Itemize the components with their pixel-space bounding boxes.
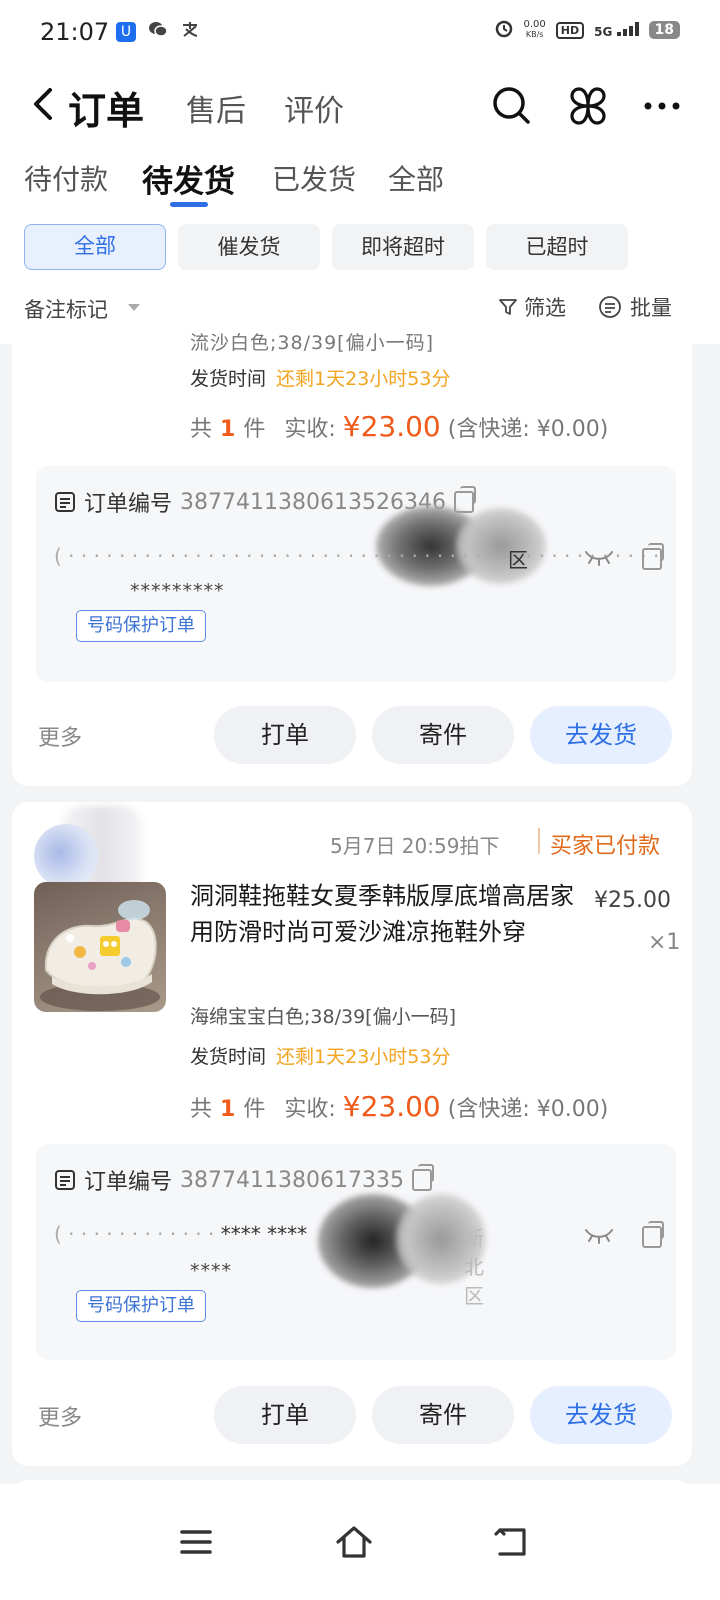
caret-down-icon [128, 304, 140, 311]
product-title[interactable]: 洞洞鞋拖鞋女夏季韩版厚底增高居家用防滑时尚可爱沙滩凉拖鞋外穿 [190, 878, 580, 950]
address-box: 订单编号 3877411380617335 ( · · · · · · · · … [36, 1144, 676, 1360]
battery-indicator: 18 [648, 21, 680, 39]
order-time: 5月7日 20:59拍下 [330, 834, 500, 858]
page-title: 订单 [68, 89, 145, 133]
remark-filter[interactable]: 备注标记 [24, 294, 108, 324]
more-link[interactable]: 更多 [38, 720, 82, 752]
divider [538, 828, 540, 854]
header: 订单 售后 评价 [0, 72, 720, 142]
filter-row: 备注标记 筛选 批量 [0, 282, 720, 334]
alipay-icon [180, 20, 200, 43]
batch-button[interactable]: 批量 [598, 292, 672, 322]
wechat-icon [148, 20, 168, 43]
print-order-button[interactable]: 打单 [214, 1386, 356, 1444]
tab-all[interactable]: 全部 [388, 158, 444, 198]
ship-time-row: 发货时间 还剩1天23小时53分 [190, 368, 451, 390]
alarm-icon [494, 18, 514, 42]
number-protection-tag: 号码保护订单 [76, 610, 206, 642]
ship-button[interactable]: 去发货 [530, 1386, 672, 1444]
order-card[interactable]: 流沙白色;38/39[偏小一码] 发货时间 还剩1天23小时53分 共1件 实收:… [12, 332, 692, 786]
menu-icon[interactable] [176, 1524, 216, 1560]
tab-shipped[interactable]: 已发货 [272, 158, 356, 198]
system-status: 0.00 KB/s HD 5G 18 [494, 18, 680, 42]
order-card[interactable]: 5月7日 20:59拍下 买家已付款 洞洞鞋拖鞋女夏季韩版厚底增高居家用防滑时尚… [12, 802, 692, 1466]
copy-icon[interactable] [411, 1164, 434, 1191]
send-parcel-button[interactable]: 寄件 [372, 706, 514, 764]
header-tab-after-sale[interactable]: 售后 [186, 86, 246, 130]
ship-time-row: 发货时间 还剩1天23小时53分 [190, 1046, 451, 1068]
batch-icon [599, 296, 621, 318]
shop-avatar [34, 824, 98, 888]
masked-phone: ********* [130, 580, 225, 602]
hidden-eye-icon[interactable] [584, 548, 614, 566]
status-time: 21:07 [40, 18, 110, 46]
copy-icon[interactable] [642, 543, 664, 570]
order-icon [55, 1170, 75, 1190]
masked-phone: **** [190, 1260, 232, 1282]
header-tab-review[interactable]: 评价 [284, 86, 344, 130]
chip-timed-out[interactable]: 已超时 [486, 224, 628, 270]
tab-pending-payment[interactable]: 待付款 [24, 158, 108, 198]
product-sku: 海绵宝宝白色;38/39[偏小一码] [190, 1006, 456, 1028]
active-tab-indicator [170, 202, 208, 207]
app-notification-icon: U [116, 21, 136, 42]
hidden-eye-icon[interactable] [584, 1226, 614, 1244]
address-line: ( · · · · · · · · · · · · **** **** 新北区 [54, 1222, 484, 1308]
notification-icons: U [116, 20, 200, 43]
sku-text: 流沙白色;38/39[偏小一码] [190, 332, 434, 354]
status-bar: 21:07 U 0.00 KB/s HD 5G 18 [0, 0, 720, 66]
print-order-button[interactable]: 打单 [214, 706, 356, 764]
back-icon[interactable] [28, 84, 58, 124]
search-icon[interactable] [490, 84, 534, 128]
ship-button[interactable]: 去发货 [530, 706, 672, 764]
product-quantity: ×1 [648, 930, 681, 955]
order-status: 买家已付款 [550, 834, 661, 859]
back-nav-icon[interactable] [492, 1524, 532, 1560]
order-number: 订单编号 3877411380617335 [54, 1164, 434, 1196]
chip-about-to-timeout[interactable]: 即将超时 [332, 224, 474, 270]
signal-icon: 5G [594, 21, 639, 39]
copy-icon[interactable] [453, 486, 476, 513]
tab-pending-shipment[interactable]: 待发货 [142, 156, 235, 201]
apps-icon[interactable] [566, 84, 610, 128]
order-status-tabs: 待付款 待发货 已发货 全部 [0, 150, 720, 214]
send-parcel-button[interactable]: 寄件 [372, 1386, 514, 1444]
address-box: 订单编号 3877411380613526346 ( · · · · · · ·… [36, 466, 676, 682]
address-line: ( · · · · · · · · · · · · · · · · · · · … [54, 544, 660, 572]
system-nav-bar [0, 1484, 720, 1600]
filter-icon [499, 299, 517, 315]
filter-button[interactable]: 筛选 [498, 292, 566, 322]
network-speed: 0.00 KB/s [523, 19, 546, 40]
home-icon[interactable] [334, 1524, 374, 1560]
chip-urge-shipment[interactable]: 催发货 [178, 224, 320, 270]
more-link[interactable]: 更多 [38, 1400, 82, 1432]
order-icon [55, 492, 75, 512]
hd-badge: HD [555, 21, 585, 39]
total-row: 共1件 实收: ¥23.00 (含快递: ¥0.00) [190, 410, 609, 443]
chip-all[interactable]: 全部 [24, 224, 166, 270]
total-row: 共1件 实收: ¥23.00 (含快递: ¥0.00) [190, 1090, 609, 1123]
product-price: ¥25.00 [594, 888, 671, 913]
copy-icon[interactable] [642, 1221, 664, 1248]
more-icon[interactable] [640, 84, 684, 128]
number-protection-tag: 号码保护订单 [76, 1290, 206, 1322]
product-image[interactable] [34, 882, 166, 1012]
